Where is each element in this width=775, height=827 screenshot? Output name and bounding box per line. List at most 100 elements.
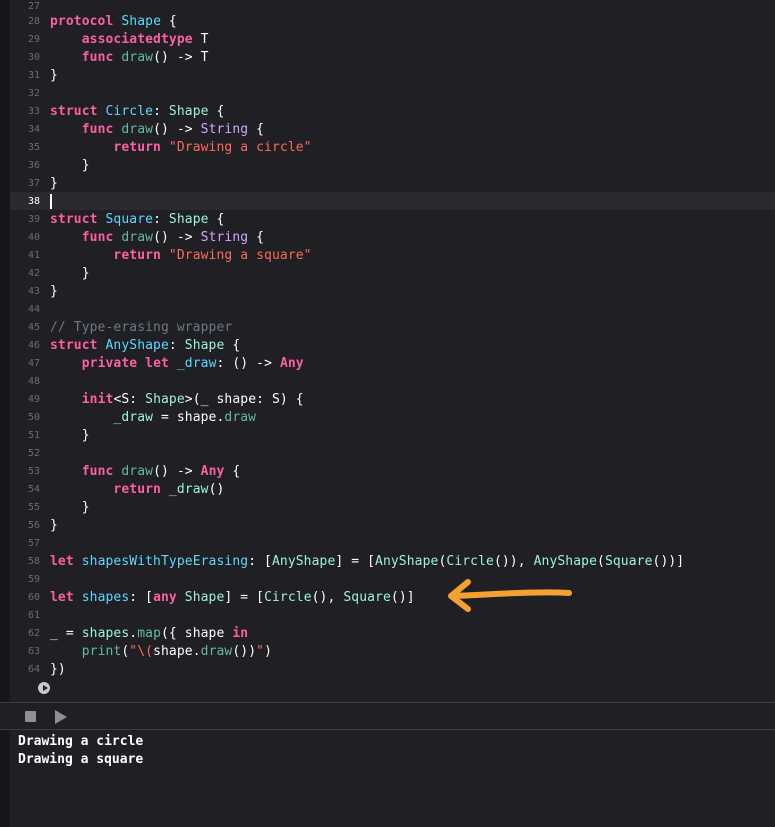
code-text[interactable]: } xyxy=(50,266,90,281)
line-number: 44 xyxy=(27,303,40,315)
code-line[interactable]: 36 } xyxy=(10,156,775,174)
code-text[interactable]: } xyxy=(50,68,58,83)
code-text[interactable]: return "Drawing a circle" xyxy=(50,140,312,155)
code-text[interactable]: struct AnyShape: Shape { xyxy=(50,338,240,353)
code-text[interactable]: func draw() -> Any { xyxy=(50,464,240,479)
code-text[interactable]: } xyxy=(50,176,58,191)
line-number: 50 xyxy=(27,411,40,423)
line-number: 39 xyxy=(27,213,40,225)
line-number: 51 xyxy=(27,429,40,441)
line-number: 27 xyxy=(27,0,40,12)
line-number: 57 xyxy=(27,537,40,549)
code-line[interactable]: 50 _draw = shape.draw xyxy=(10,408,775,426)
code-text[interactable]: } xyxy=(50,500,90,515)
code-text[interactable]: struct Square: Shape { xyxy=(50,212,224,227)
code-line[interactable]: 28 protocol Shape { xyxy=(10,12,775,30)
code-line[interactable]: 43 } xyxy=(10,282,775,300)
console-line: Drawing a circle xyxy=(18,734,144,749)
code-line[interactable]: 39 struct Square: Shape { xyxy=(10,210,775,228)
line-number: 41 xyxy=(27,249,40,261)
code-line[interactable]: 46 struct AnyShape: Shape { xyxy=(10,336,775,354)
code-line[interactable]: 29 associatedtype T xyxy=(10,30,775,48)
code-text[interactable]: init<S: Shape>(_ shape: S) { xyxy=(50,392,304,407)
code-text[interactable]: func draw() -> String { xyxy=(50,122,264,137)
code-line[interactable]: 35 return "Drawing a circle" xyxy=(10,138,775,156)
code-line[interactable]: 41 return "Drawing a square" xyxy=(10,246,775,264)
code-editor[interactable]: 27 28 protocol Shape { 29 associatedtype… xyxy=(0,0,775,702)
code-line[interactable]: 48 xyxy=(10,372,775,390)
code-text[interactable]: let shapes: [any Shape] = [Circle(), Squ… xyxy=(50,590,415,605)
code-text[interactable]: _ = shapes.map({ shape in xyxy=(50,626,248,641)
line-number: 30 xyxy=(27,51,40,63)
code-text[interactable]: } xyxy=(50,428,90,443)
code-line[interactable]: 42 } xyxy=(10,264,775,282)
line-number: 38 xyxy=(27,195,40,207)
code-text[interactable]: _draw = shape.draw xyxy=(50,410,256,425)
line-number: 52 xyxy=(27,447,40,459)
code-line-current[interactable]: 38 xyxy=(10,192,775,210)
code-line[interactable]: 53 func draw() -> Any { xyxy=(10,462,775,480)
line-number: 47 xyxy=(27,357,40,369)
line-number: 53 xyxy=(27,465,40,477)
code-text[interactable]: func draw() -> String { xyxy=(50,230,264,245)
code-line[interactable]: 60 let shapes: [any Shape] = [Circle(), … xyxy=(10,588,775,606)
code-line[interactable]: 33 struct Circle: Shape { xyxy=(10,102,775,120)
code-text[interactable]: }) xyxy=(50,662,66,677)
line-number: 64 xyxy=(27,663,40,675)
code-line[interactable]: 64 }) xyxy=(10,660,775,678)
code-line[interactable]: 61 xyxy=(10,606,775,624)
play-icon[interactable] xyxy=(55,710,67,724)
code-comment: // Type-erasing wrapper xyxy=(50,319,233,335)
line-number: 62 xyxy=(27,627,40,639)
code-text[interactable]: } xyxy=(50,518,58,533)
code-line[interactable]: 56 } xyxy=(10,516,775,534)
line-number: 54 xyxy=(27,483,40,495)
line-number: 37 xyxy=(27,177,40,189)
code-line[interactable]: 58 let shapesWithTypeErasing: [AnyShape]… xyxy=(10,552,775,570)
code-line[interactable]: 49 init<S: Shape>(_ shape: S) { xyxy=(10,390,775,408)
code-text[interactable]: // Type-erasing wrapper xyxy=(50,320,232,335)
code-line[interactable]: 55 } xyxy=(10,498,775,516)
code-line[interactable]: 51 } xyxy=(10,426,775,444)
code-line[interactable]: 52 xyxy=(10,444,775,462)
code-line[interactable]: 45 // Type-erasing wrapper xyxy=(10,318,775,336)
code-text[interactable]: return "Drawing a square" xyxy=(50,248,312,263)
code-line[interactable]: 59 xyxy=(10,570,775,588)
code-line[interactable]: 30 func draw() -> T xyxy=(10,48,775,66)
code-line[interactable]: 37 } xyxy=(10,174,775,192)
code-line[interactable]: 54 return _draw() xyxy=(10,480,775,498)
code-line[interactable]: 31 } xyxy=(10,66,775,84)
code-text[interactable]: associatedtype T xyxy=(50,32,209,47)
line-number: 32 xyxy=(27,87,40,99)
code-text[interactable]: } xyxy=(50,284,58,299)
line-number: 58 xyxy=(27,555,40,567)
line-number: 42 xyxy=(27,267,40,279)
run-gutter-icon[interactable] xyxy=(38,682,50,694)
line-number: 28 xyxy=(27,15,40,27)
code-text[interactable]: private let _draw: () -> Any xyxy=(50,356,304,371)
code-text[interactable]: return _draw() xyxy=(50,482,224,497)
code-line[interactable]: 40 func draw() -> String { xyxy=(10,228,775,246)
line-number: 36 xyxy=(27,159,40,171)
line-number: 61 xyxy=(27,609,40,621)
stop-icon[interactable] xyxy=(25,711,36,722)
line-number: 35 xyxy=(27,141,40,153)
code-line[interactable]: 44 xyxy=(10,300,775,318)
code-text[interactable]: struct Circle: Shape { xyxy=(50,104,224,119)
code-text[interactable]: func draw() -> T xyxy=(50,50,209,65)
code-text[interactable]: protocol Shape { xyxy=(50,14,177,29)
code-line[interactable]: 63 print("\(shape.draw())") xyxy=(10,642,775,660)
code-text[interactable]: print("\(shape.draw())") xyxy=(50,644,272,659)
code-line[interactable]: 32 xyxy=(10,84,775,102)
console-output[interactable]: Drawing a circle Drawing a square xyxy=(0,730,775,827)
line-number: 31 xyxy=(27,69,40,81)
code-line[interactable]: 34 func draw() -> String { xyxy=(10,120,775,138)
code-line[interactable]: 57 xyxy=(10,534,775,552)
line-number: 45 xyxy=(27,321,40,333)
code-line[interactable]: 47 private let _draw: () -> Any xyxy=(10,354,775,372)
code-text[interactable]: let shapesWithTypeErasing: [AnyShape] = … xyxy=(50,554,684,569)
line-number: 43 xyxy=(27,285,40,297)
code-line[interactable]: 62 _ = shapes.map({ shape in xyxy=(10,624,775,642)
code-text[interactable]: } xyxy=(50,158,90,173)
code-text[interactable] xyxy=(50,193,52,209)
